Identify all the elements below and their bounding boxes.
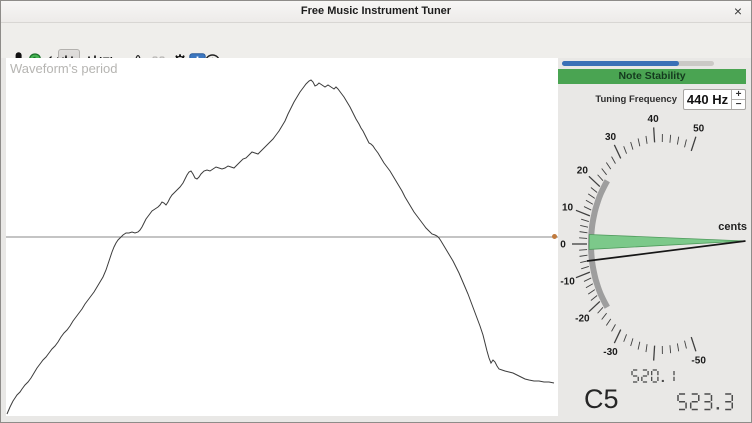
gauge-tick bbox=[685, 140, 687, 148]
gauge-tick bbox=[586, 284, 593, 288]
gauge-tick-label: -20 bbox=[575, 313, 590, 324]
gauge-tick bbox=[614, 145, 620, 159]
gauge-tick bbox=[598, 307, 603, 313]
tuning-frequency-spinbox: 440 Hz + − bbox=[683, 89, 746, 110]
gauge-tick bbox=[579, 238, 587, 239]
lcd-digits bbox=[676, 392, 739, 412]
gauge-tick bbox=[580, 255, 588, 256]
gauge-tick bbox=[606, 162, 610, 169]
gauge-tick bbox=[602, 169, 607, 175]
lcd-dot bbox=[717, 407, 719, 409]
tuning-frequency-label: Tuning Frequency bbox=[558, 94, 677, 105]
waveform-trace bbox=[7, 80, 554, 414]
gauge-unit-label: cents bbox=[718, 221, 747, 233]
gauge-tick bbox=[638, 138, 640, 146]
gauge-tick bbox=[670, 345, 671, 353]
gauge-tick-label: -10 bbox=[560, 276, 575, 287]
app-window: Free Music Instrument Tuner × dB bbox=[0, 0, 752, 423]
close-button[interactable]: × bbox=[734, 1, 742, 22]
gauge-tick-label: -40 bbox=[646, 365, 661, 366]
lcd-dot bbox=[662, 380, 664, 382]
gauge-tick bbox=[624, 334, 627, 341]
spin-buttons: + − bbox=[731, 90, 745, 109]
gauge-tick bbox=[589, 301, 600, 311]
gauge-tick bbox=[591, 296, 597, 301]
splitter-handle[interactable] bbox=[552, 234, 557, 239]
gauge-tick bbox=[654, 127, 655, 142]
gauge-tick bbox=[588, 290, 595, 295]
gauge-error-wedge bbox=[589, 234, 745, 249]
gauge-tick bbox=[691, 337, 696, 351]
gauge-tick-label: -50 bbox=[691, 355, 706, 366]
decrement-button[interactable]: − bbox=[732, 99, 745, 109]
gauge-tick bbox=[691, 137, 696, 151]
gauge-tick bbox=[670, 135, 671, 143]
stability-progress-bar bbox=[562, 61, 714, 66]
gauge-tick bbox=[576, 272, 590, 278]
gauge-tick-label: 0 bbox=[560, 240, 566, 251]
gauge-tick-label: 10 bbox=[562, 203, 574, 214]
note-stability-banner: Note Stability bbox=[558, 69, 746, 84]
gauge-tick bbox=[677, 343, 678, 351]
gauge-tick bbox=[614, 330, 620, 344]
note-frequency-lcd bbox=[676, 392, 739, 417]
gauge-tick bbox=[638, 342, 640, 350]
gauge-tick bbox=[580, 261, 588, 263]
gauge-tick bbox=[581, 266, 589, 268]
gauge-tick bbox=[580, 225, 588, 227]
gauge-tick bbox=[602, 313, 607, 319]
increment-button[interactable]: + bbox=[732, 90, 745, 99]
gauge-tick bbox=[584, 207, 591, 210]
gauge-tick bbox=[581, 219, 589, 221]
tuner-panel: Note Stability Tuning Frequency 440 Hz +… bbox=[558, 58, 752, 423]
gauge-tick bbox=[654, 346, 655, 361]
gauge-tick bbox=[685, 341, 687, 349]
gauge-tick bbox=[591, 187, 597, 192]
lcd-digits bbox=[630, 368, 680, 384]
waveform-title: Waveform's period bbox=[10, 61, 117, 76]
gauge-tick bbox=[584, 278, 591, 281]
gauge-tick-label: 50 bbox=[693, 124, 705, 135]
gauge-tick bbox=[612, 324, 616, 331]
gauge-tick bbox=[580, 232, 588, 233]
gauge-tick bbox=[579, 250, 587, 251]
gauge-tick bbox=[586, 200, 593, 204]
titlebar: Free Music Instrument Tuner × bbox=[1, 1, 751, 23]
gauge-tick bbox=[612, 157, 616, 164]
stability-frequency-lcd bbox=[630, 368, 680, 389]
gauge-tick bbox=[624, 146, 627, 153]
note-readout: C5 bbox=[584, 384, 619, 415]
gauge-tick bbox=[677, 137, 678, 145]
gauge-tick bbox=[646, 136, 647, 144]
cents-gauge: -50 -40 -30 -20 -10 0 10 20 30 40 50 cents bbox=[558, 111, 752, 366]
stability-progress-fill bbox=[562, 61, 679, 66]
gauge-tick bbox=[576, 210, 590, 216]
gauge-tick bbox=[589, 176, 600, 186]
tuning-frequency-value[interactable]: 440 Hz bbox=[684, 90, 731, 109]
gauge-tick bbox=[631, 142, 633, 150]
window-title: Free Music Instrument Tuner bbox=[301, 5, 451, 17]
gauge-tick-label: 20 bbox=[577, 166, 589, 177]
gauge-tick bbox=[588, 194, 595, 199]
waveform-panel: Waveform's period bbox=[6, 58, 558, 416]
gauge-tick bbox=[606, 319, 610, 326]
waveform-plot bbox=[6, 58, 558, 416]
gauge-tick bbox=[646, 344, 647, 352]
gauge-tick-label: 40 bbox=[648, 114, 660, 125]
toolbar: dB |F| μ bbox=[1, 23, 751, 58]
gauge-tick bbox=[631, 338, 633, 346]
gauge-tick-label: -30 bbox=[603, 347, 618, 358]
gauge-tick bbox=[598, 175, 603, 181]
gauge-tick-label: 30 bbox=[605, 132, 617, 143]
